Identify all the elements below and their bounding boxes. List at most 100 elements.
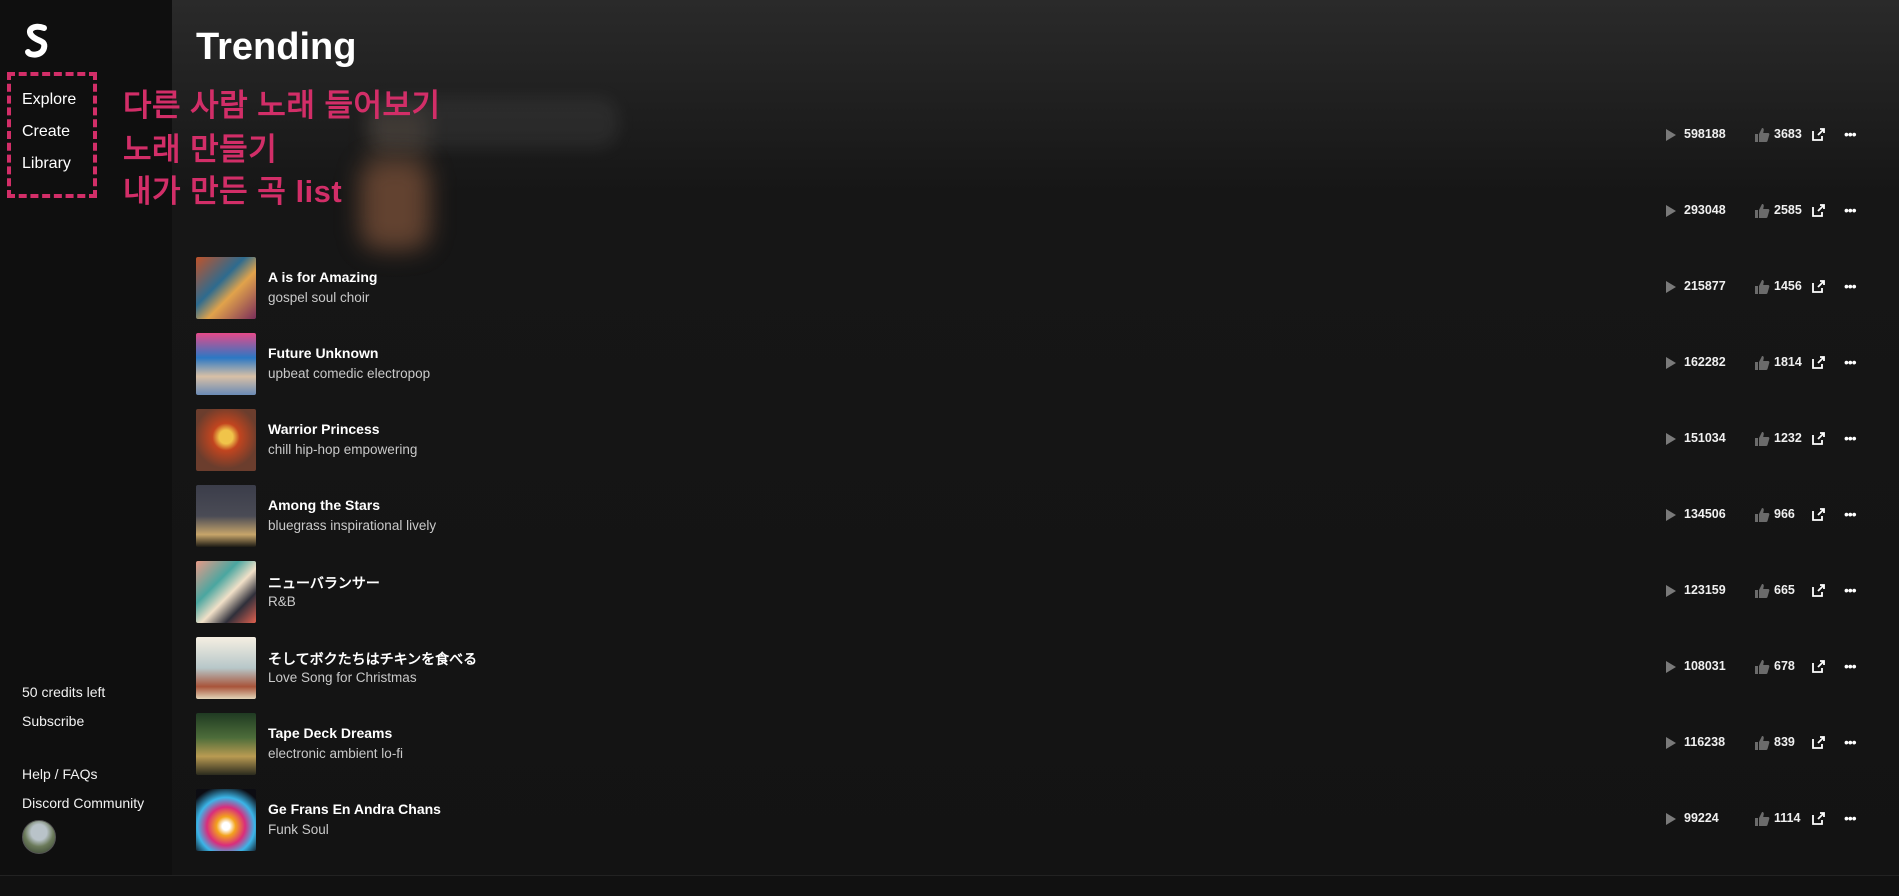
- play-count: 116238: [1684, 735, 1726, 749]
- page-title: Trending: [196, 26, 357, 68]
- discord-community-link[interactable]: Discord Community: [22, 795, 144, 811]
- share-icon[interactable]: [1812, 583, 1826, 597]
- thumbs-up-icon[interactable]: [1754, 735, 1770, 751]
- nav-item-library[interactable]: Library: [22, 155, 71, 173]
- share-icon[interactable]: [1812, 659, 1826, 673]
- play-icon[interactable]: [1666, 129, 1676, 141]
- track-title[interactable]: Among the Stars: [268, 497, 380, 513]
- track-stats: 598188 3683 •••: [1656, 105, 1886, 167]
- thumbs-up-icon[interactable]: [1754, 203, 1770, 219]
- thumbs-up-icon[interactable]: [1754, 127, 1770, 143]
- track-cover-image[interactable]: [196, 409, 256, 471]
- track-cover-image[interactable]: [196, 637, 256, 699]
- share-icon[interactable]: [1812, 507, 1826, 521]
- credits-remaining: 50 credits left: [22, 684, 106, 700]
- play-count: 134506: [1684, 507, 1726, 521]
- annotation-library: 내가 만든 곡 list: [123, 174, 343, 209]
- track-row[interactable]: 598188 3683 •••: [196, 105, 1886, 167]
- track-stats: 215877 1456 •••: [1656, 257, 1886, 319]
- play-icon[interactable]: [1666, 585, 1676, 597]
- nav-item-create[interactable]: Create: [22, 123, 70, 141]
- share-icon[interactable]: [1812, 431, 1826, 445]
- play-icon[interactable]: [1666, 281, 1676, 293]
- track-row[interactable]: A is for Amazing gospel soul choir 215877 1…: [196, 257, 1886, 319]
- like-count: 678: [1774, 659, 1795, 673]
- track-cover-image[interactable]: [196, 713, 256, 775]
- like-count: 1232: [1774, 431, 1802, 445]
- share-icon[interactable]: [1812, 279, 1826, 293]
- like-count: 1456: [1774, 279, 1802, 293]
- avatar[interactable]: [22, 820, 56, 854]
- track-row[interactable]: Tape Deck Dreams electronic ambient lo-fi…: [196, 713, 1886, 775]
- more-options-icon[interactable]: •••: [1844, 659, 1857, 673]
- track-row[interactable]: そしてボクたちはチキンを食べる Love Song for Christmas 10…: [196, 637, 1886, 699]
- track-row[interactable]: Future Unknown upbeat comedic electropop 1…: [196, 333, 1886, 395]
- play-icon[interactable]: [1666, 661, 1676, 673]
- track-stats: 123159 665 •••: [1656, 561, 1886, 623]
- track-row[interactable]: Ge Frans En Andra Chans Funk Soul 99224 111…: [196, 789, 1886, 851]
- thumbs-up-icon[interactable]: [1754, 507, 1770, 523]
- track-title[interactable]: そしてボクたちはチキンを食べる: [268, 649, 477, 669]
- track-title[interactable]: ニューバランサー: [268, 573, 380, 593]
- thumbs-up-icon[interactable]: [1754, 431, 1770, 447]
- more-options-icon[interactable]: •••: [1844, 735, 1857, 749]
- more-options-icon[interactable]: •••: [1844, 355, 1857, 369]
- track-cover-image[interactable]: [196, 333, 256, 395]
- share-icon[interactable]: [1812, 811, 1826, 825]
- more-options-icon[interactable]: •••: [1844, 127, 1857, 141]
- play-count: 151034: [1684, 431, 1726, 445]
- more-options-icon[interactable]: •••: [1844, 583, 1857, 597]
- suno-logo-icon[interactable]: [20, 22, 54, 58]
- track-tags: gospel soul choir: [268, 290, 370, 305]
- more-options-icon[interactable]: •••: [1844, 279, 1857, 293]
- play-count: 123159: [1684, 583, 1726, 597]
- track-row[interactable]: Among the Stars bluegrass inspirational l…: [196, 485, 1886, 547]
- track-title[interactable]: Future Unknown: [268, 345, 378, 361]
- annotation-create: 노래 만들기: [123, 132, 278, 167]
- track-stats: 99224 1114 •••: [1656, 789, 1886, 851]
- more-options-icon[interactable]: •••: [1844, 507, 1857, 521]
- track-cover-image[interactable]: [196, 561, 256, 623]
- track-row[interactable]: ニューバランサー R&B 123159 665 •••: [196, 561, 1886, 623]
- play-icon[interactable]: [1666, 509, 1676, 521]
- share-icon[interactable]: [1812, 203, 1826, 217]
- play-icon[interactable]: [1666, 357, 1676, 369]
- track-title[interactable]: Tape Deck Dreams: [268, 725, 392, 741]
- thumbs-up-icon[interactable]: [1754, 583, 1770, 599]
- share-icon[interactable]: [1812, 355, 1826, 369]
- play-icon[interactable]: [1666, 205, 1676, 217]
- like-count: 966: [1774, 507, 1795, 521]
- thumbs-up-icon[interactable]: [1754, 659, 1770, 675]
- help-faq-link[interactable]: Help / FAQs: [22, 766, 97, 782]
- more-options-icon[interactable]: •••: [1844, 811, 1857, 825]
- play-count: 598188: [1684, 127, 1726, 141]
- thumbs-up-icon[interactable]: [1754, 355, 1770, 371]
- track-cover-image[interactable]: [196, 789, 256, 851]
- main-content: Trending 598188 3683 ••• 293048 2585 ••• A is …: [172, 0, 1899, 876]
- subscribe-link[interactable]: Subscribe: [22, 713, 84, 729]
- track-title[interactable]: A is for Amazing: [268, 269, 377, 285]
- thumbs-up-icon[interactable]: [1754, 279, 1770, 295]
- more-options-icon[interactable]: •••: [1844, 431, 1857, 445]
- track-stats: 162282 1814 •••: [1656, 333, 1886, 395]
- share-icon[interactable]: [1812, 735, 1826, 749]
- track-row[interactable]: Warrior Princess chill hip-hop empowering…: [196, 409, 1886, 471]
- play-icon[interactable]: [1666, 813, 1676, 825]
- share-icon[interactable]: [1812, 127, 1826, 141]
- play-icon[interactable]: [1666, 433, 1676, 445]
- track-cover-image[interactable]: [196, 485, 256, 547]
- track-cover-image[interactable]: [196, 257, 256, 319]
- annotation-explore: 다른 사람 노래 들어보기: [123, 88, 441, 123]
- track-row[interactable]: 293048 2585 •••: [196, 181, 1886, 243]
- track-title[interactable]: Ge Frans En Andra Chans: [268, 801, 441, 817]
- bottom-bar: [0, 875, 1899, 896]
- track-tags: bluegrass inspirational lively: [268, 518, 437, 533]
- thumbs-up-icon[interactable]: [1754, 811, 1770, 827]
- track-stats: 116238 839 •••: [1656, 713, 1886, 775]
- track-tags: R&B: [268, 594, 296, 609]
- play-icon[interactable]: [1666, 737, 1676, 749]
- track-tags: Love Song for Christmas: [268, 670, 417, 685]
- nav-item-explore[interactable]: Explore: [22, 91, 76, 109]
- more-options-icon[interactable]: •••: [1844, 203, 1857, 217]
- track-title[interactable]: Warrior Princess: [268, 421, 380, 437]
